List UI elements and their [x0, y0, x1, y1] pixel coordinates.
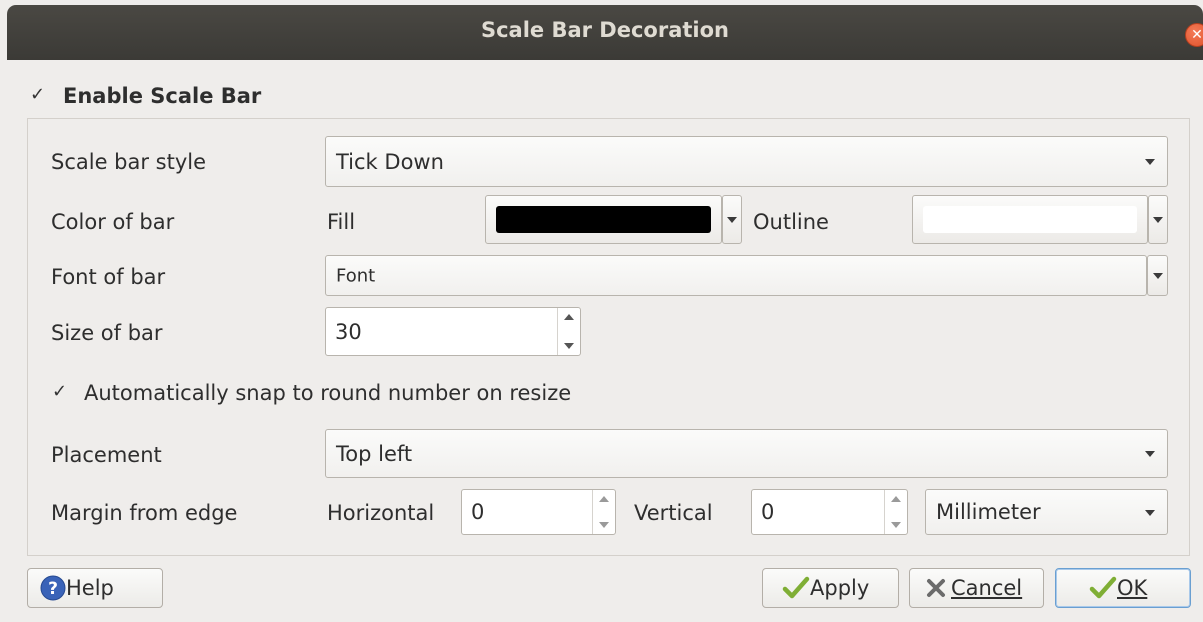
- chevron-down-icon: [1153, 217, 1163, 223]
- check-icon: [782, 576, 810, 599]
- size-of-bar-spinbox[interactable]: 30: [325, 307, 581, 356]
- color-of-bar-label: Color of bar: [51, 210, 175, 234]
- chevron-down-icon: [727, 217, 737, 223]
- window-title: Scale Bar Decoration: [480, 18, 730, 42]
- size-of-bar-label: Size of bar: [51, 321, 163, 345]
- enable-scale-bar-label: Enable Scale Bar: [63, 84, 262, 108]
- apply-label: Apply: [810, 576, 870, 600]
- fill-color-dropdown[interactable]: [722, 195, 742, 244]
- help-button[interactable]: ? Help: [27, 568, 163, 608]
- chevron-up-icon[interactable]: [564, 314, 574, 320]
- help-label: Help: [66, 576, 114, 600]
- outline-label: Outline: [753, 210, 829, 234]
- unit-select[interactable]: Millimeter: [925, 489, 1168, 535]
- cancel-label: Cancel: [951, 576, 1023, 600]
- close-icon[interactable]: ✕: [1185, 23, 1203, 47]
- margin-label: Margin from edge: [51, 501, 238, 525]
- apply-button[interactable]: Apply: [762, 568, 899, 608]
- snap-checkbox[interactable]: ✓: [52, 383, 68, 401]
- placement-select[interactable]: Top left: [325, 429, 1168, 478]
- placement-value: Top left: [336, 441, 413, 466]
- help-icon: ?: [40, 575, 66, 601]
- snap-label: Automatically snap to round number on re…: [84, 381, 572, 405]
- horizontal-value: 0: [471, 500, 485, 524]
- chevron-down-icon[interactable]: [564, 343, 574, 349]
- fill-label: Fill: [327, 210, 356, 234]
- vertical-label: Vertical: [634, 501, 713, 525]
- chevron-down-icon[interactable]: [599, 522, 609, 528]
- font-of-bar-label: Font of bar: [51, 265, 166, 289]
- ok-label: OK: [1117, 576, 1148, 600]
- check-icon: [1089, 576, 1117, 599]
- chevron-down-icon: [1145, 159, 1155, 165]
- chevron-down-icon[interactable]: [891, 522, 901, 528]
- size-of-bar-value: 30: [335, 319, 362, 344]
- x-icon: [927, 579, 945, 597]
- scale-bar-style-value: Tick Down: [336, 149, 444, 174]
- font-value: Font: [336, 265, 376, 286]
- horizontal-label: Horizontal: [327, 501, 435, 525]
- unit-value: Millimeter: [936, 500, 1041, 524]
- font-dropdown[interactable]: [1147, 255, 1168, 296]
- cancel-button[interactable]: Cancel: [909, 568, 1044, 608]
- chevron-down-icon: [1153, 273, 1163, 279]
- chevron-up-icon[interactable]: [599, 496, 609, 502]
- vertical-value: 0: [761, 500, 775, 524]
- vertical-stepper[interactable]: [884, 490, 907, 534]
- svg-text:?: ?: [48, 579, 58, 599]
- outline-color-dropdown[interactable]: [1148, 195, 1168, 244]
- font-button[interactable]: Font: [325, 255, 1147, 296]
- fill-color-swatch: [496, 206, 711, 233]
- chevron-up-icon[interactable]: [891, 496, 901, 502]
- horizontal-spinbox[interactable]: 0: [461, 489, 616, 535]
- vertical-spinbox[interactable]: 0: [751, 489, 908, 535]
- horizontal-stepper[interactable]: [592, 490, 615, 534]
- scale-bar-style-label: Scale bar style: [51, 150, 207, 174]
- enable-scale-bar-checkbox[interactable]: ✓: [30, 86, 46, 104]
- title-bar: Scale Bar Decoration ✕: [7, 5, 1203, 60]
- size-stepper[interactable]: [557, 308, 580, 355]
- scale-bar-style-select[interactable]: Tick Down: [325, 136, 1168, 187]
- outline-color-button[interactable]: [912, 195, 1148, 244]
- chevron-down-icon: [1145, 451, 1155, 457]
- outline-color-swatch: [923, 206, 1137, 233]
- placement-label: Placement: [51, 443, 162, 467]
- fill-color-button[interactable]: [485, 195, 722, 244]
- chevron-down-icon: [1145, 510, 1155, 516]
- ok-button[interactable]: OK: [1055, 568, 1191, 608]
